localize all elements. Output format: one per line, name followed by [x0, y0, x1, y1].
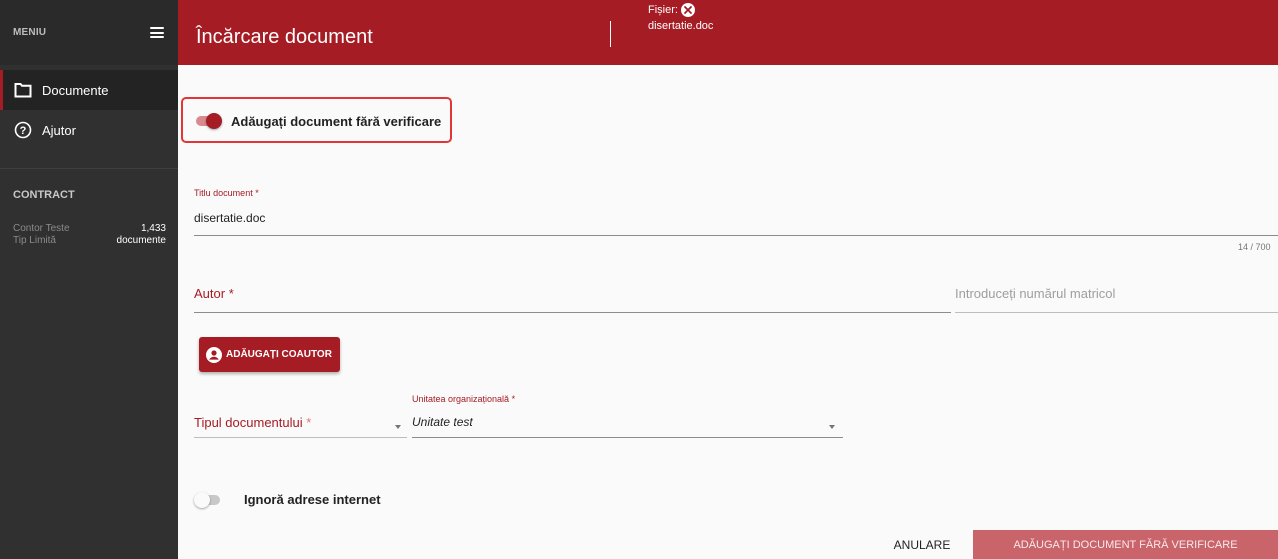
matricol-field[interactable]: Introduceți numărul matricol	[955, 286, 1115, 301]
author-field-underline	[194, 312, 951, 313]
chevron-down-icon[interactable]	[395, 425, 401, 429]
submit-button[interactable]: ADĂUGAȚI DOCUMENT FĂRĂ VERIFICARE	[973, 530, 1278, 559]
author-field[interactable]: Autor *	[194, 286, 234, 301]
top-header: Încărcare document Fișier: disertatie.do…	[178, 0, 1278, 65]
title-char-counter: 14 / 700	[1238, 242, 1271, 252]
sidebar-item-label: Documente	[42, 82, 109, 98]
add-coauthor-button[interactable]: ADĂUGAȚI COAUTOR	[199, 337, 340, 372]
stat-key: Tip Limită	[13, 235, 56, 246]
hamburger-menu-icon[interactable]	[150, 27, 164, 38]
title-field[interactable]: disertatie.doc	[194, 211, 265, 225]
contract-section-title: CONTRACT	[13, 189, 75, 201]
title-field-underline	[194, 235, 1278, 236]
matricol-field-underline	[955, 312, 1278, 313]
chevron-down-icon[interactable]	[829, 425, 835, 429]
stat-row: Tip Limită documente	[13, 235, 166, 247]
menu-label: MENIU	[13, 27, 47, 38]
sidebar-header: MENIU	[0, 0, 178, 65]
org-unit-select[interactable]: Unitate test	[412, 415, 473, 429]
stat-row: Contor Teste 1,433	[13, 223, 166, 235]
add-coauthor-label: ADĂUGAȚI COAUTOR	[226, 349, 332, 360]
stat-value: documente	[116, 235, 166, 246]
header-divider	[610, 21, 611, 47]
no-check-toggle[interactable]	[196, 113, 222, 129]
no-check-toggle-label: Adăugați document fără verificare	[231, 114, 442, 129]
folder-icon	[14, 81, 32, 99]
title-field-label: Titlu document *	[194, 188, 259, 198]
sidebar-item-ajutor[interactable]: ? Ajutor	[0, 110, 178, 150]
toggle-knob	[206, 113, 222, 129]
file-label: Fișier:	[648, 4, 678, 16]
ignore-urls-label: Ignoră adrese internet	[244, 492, 381, 507]
org-unit-underline	[412, 437, 843, 438]
sidebar: MENIU Documente ? Ajutor CONTRACT Contor…	[0, 0, 178, 559]
contract-stats: Contor Teste 1,433 Tip Limită documente	[0, 201, 178, 247]
page-title: Încărcare document	[196, 26, 373, 48]
help-circle-icon: ?	[14, 121, 32, 139]
app-root: MENIU Documente ? Ajutor CONTRACT Contor…	[0, 0, 1278, 559]
ignore-urls-toggle[interactable]	[194, 492, 220, 508]
stat-key: Contor Teste	[13, 223, 70, 234]
sidebar-item-documente[interactable]: Documente	[0, 70, 178, 110]
toggle-knob	[194, 492, 210, 508]
cancel-button[interactable]: ANULARE	[882, 530, 962, 559]
svg-text:?: ?	[20, 125, 27, 137]
org-unit-label: Unitatea organizațională *	[412, 394, 516, 404]
remove-file-icon[interactable]	[681, 3, 695, 17]
sidebar-item-label: Ajutor	[42, 122, 76, 138]
account-circle-icon	[206, 346, 222, 363]
doc-type-underline	[194, 437, 407, 438]
stat-value: 1,433	[140, 223, 166, 234]
file-name: disertatie.doc	[648, 20, 714, 32]
doc-type-select[interactable]: Tipul documentului *	[194, 415, 311, 430]
